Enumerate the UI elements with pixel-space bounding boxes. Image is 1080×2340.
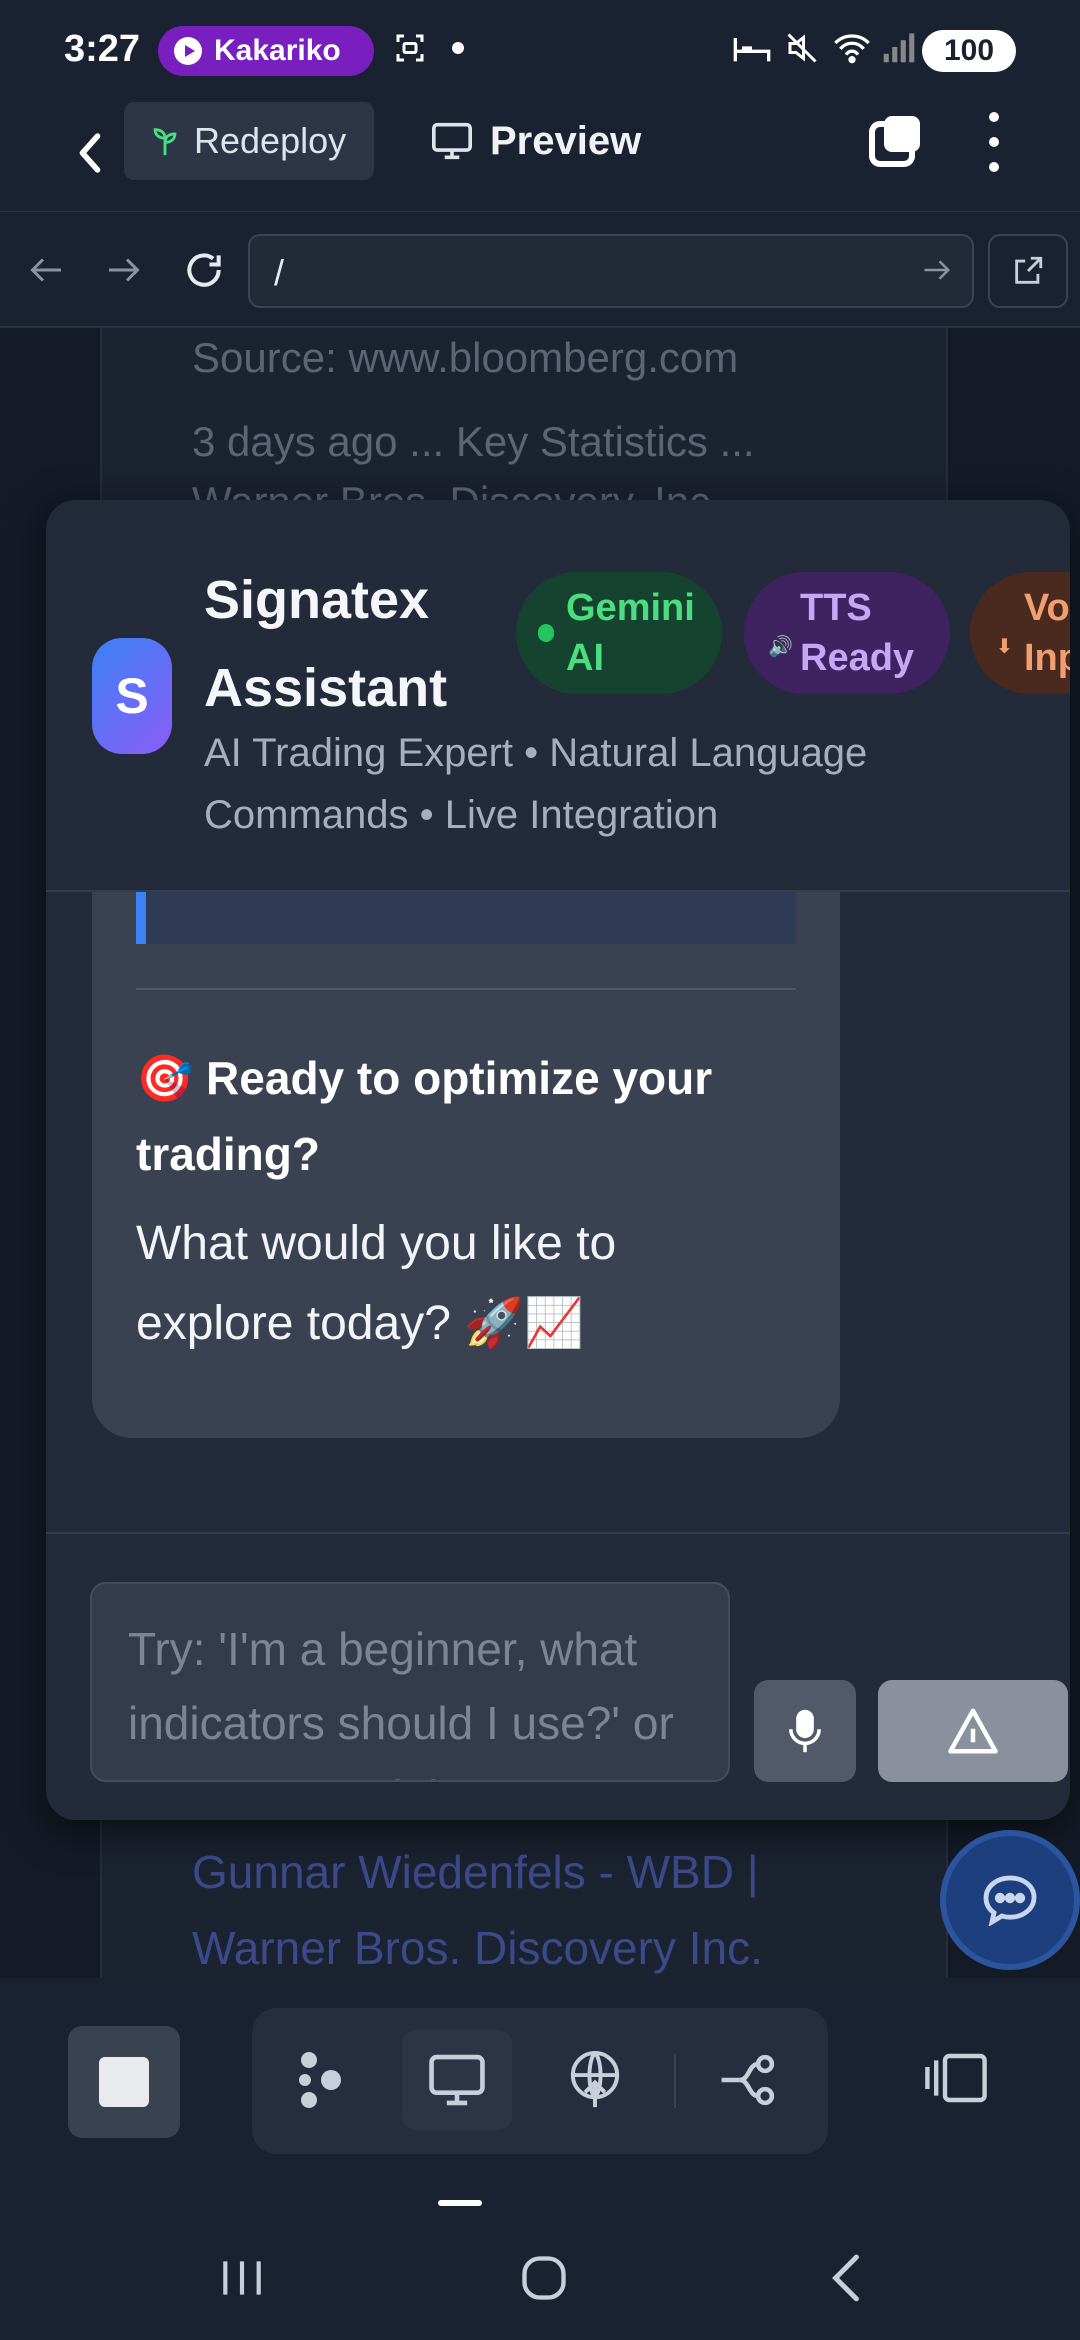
preview-tab[interactable]: Preview [430,110,641,172]
tts-badge-label: TTS Ready [800,587,915,679]
chat-bubble-icon [983,1875,1037,1926]
chat-fab-button[interactable] [940,1830,1080,1970]
assistant-header: S Signatex Assistant Gemini AI 🔊 TTS Rea… [46,500,1070,892]
status-time: 3:27 [64,28,141,70]
recents-button[interactable] [202,2238,282,2318]
home-button[interactable] [504,2238,584,2318]
speaker-icon: 🔊 [768,636,793,658]
snippet-line: 3 days ago ... Key Statistics ... [192,418,755,465]
monitor-icon [432,122,472,160]
globe-upload-icon [570,2050,620,2108]
notification-dot-icon [452,42,464,54]
reload-button[interactable] [176,242,232,298]
tabs-button[interactable] [868,112,924,168]
assistant-message-bubble: 🎯 Ready to optimize your trading? What w… [92,892,840,1438]
battery-indicator: 100 [922,30,1016,72]
preview-tool-button[interactable] [402,2030,512,2130]
tabs-icon [869,116,920,167]
mic-button[interactable] [754,1680,856,1782]
chevron-left-icon [79,133,101,173]
signal-icon [882,30,916,72]
mic-icon [789,1709,821,1753]
gesture-indicator [438,2200,482,2206]
preview-label: Preview [490,118,642,163]
assistant-title: Signatex Assistant [204,570,448,718]
back-button[interactable] [60,118,120,188]
url-input[interactable]: / [248,234,974,308]
assistant-avatar: S [92,638,172,754]
browser-back-button[interactable] [18,242,74,298]
screenshot-icon [392,30,428,74]
system-nav-bar [0,2208,1080,2340]
kebab-icon [989,112,999,122]
status-bar: 3:27 Kakariko 100 [0,0,1080,100]
external-link-icon [1015,256,1043,284]
app-pill-label: Kakariko [214,34,341,67]
gemini-badge-label: Gemini AI [566,587,695,679]
source-line: Source: www.bloomberg.com [192,334,739,381]
sprout-icon [153,128,177,156]
battery-level: 100 [943,34,995,67]
mic-small-icon: ⬇ [996,636,1013,658]
mute-icon [784,30,820,74]
message-body: What would you like to explore today? 🚀📈 [136,1217,617,1350]
open-external-button[interactable] [988,234,1068,308]
chat-input[interactable]: Try: 'I'm a beginner, what indicators sh… [90,1582,730,1782]
toolbar-divider [674,2054,676,2108]
stop-icon [99,2057,149,2107]
search-result-link[interactable]: Gunnar Wiedenfels - WBD | Warner Bros. D… [192,1834,912,1978]
panel-toggle-button[interactable] [906,2028,1006,2128]
branch-icon [721,2054,775,2106]
redeploy-button[interactable]: Redeploy [124,102,374,180]
tool-group [252,2008,828,2154]
agent-icon [299,2052,341,2108]
chat-composer: Try: 'I'm a beginner, what indicators sh… [46,1532,1070,1820]
go-arrow-icon[interactable] [922,256,952,284]
status-dot-icon [538,624,554,642]
panel-icon [925,2053,987,2103]
stop-button[interactable] [68,2026,180,2138]
redeploy-label: Redeploy [194,120,347,161]
url-value: / [274,252,285,293]
reload-icon [187,253,221,287]
app-indicator-pill[interactable]: Kakariko [158,26,374,76]
more-options-button[interactable] [980,112,1008,172]
bottom-toolbar [0,1978,1080,2208]
deploy-tool-button[interactable] [540,2030,650,2130]
voice-badge-label: Voice Input [1024,587,1070,679]
git-tool-button[interactable] [694,2030,804,2130]
message-blockquote [136,892,796,944]
assistant-panel: S Signatex Assistant Gemini AI 🔊 TTS Rea… [46,500,1070,1820]
send-button[interactable] [878,1680,1068,1782]
voice-badge: ⬇ Voice Input [970,572,1070,694]
browser-forward-button[interactable] [96,242,152,298]
play-icon [174,37,202,65]
arrow-left-icon [30,258,61,282]
back-chevron-icon [832,2254,859,2302]
message-heading: 🎯 Ready to optimize your trading? [136,1052,713,1180]
home-icon [522,2256,566,2300]
monitor-icon [429,2054,485,2106]
wifi-icon [832,30,872,74]
arrow-right-icon [109,258,140,282]
browser-url-bar: / [0,212,1080,328]
system-back-button[interactable] [806,2238,886,2318]
bed-icon [732,30,772,74]
assistant-subtitle: AI Trading Expert • Natural Language Com… [204,731,868,837]
recents-icon [223,2261,261,2295]
app-top-bar: Redeploy Preview [0,100,1080,212]
tts-badge: 🔊 TTS Ready [744,572,950,694]
gemini-badge: Gemini AI [516,572,722,694]
send-icon [948,1708,998,1754]
message-divider [136,988,796,990]
agent-tool-button[interactable] [264,2030,374,2130]
